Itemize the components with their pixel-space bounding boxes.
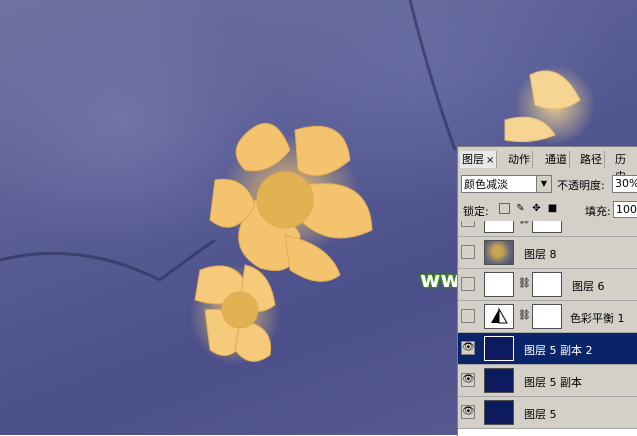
link-icon: ⛓ [518, 221, 531, 225]
brush-icon[interactable]: ✎ [515, 203, 526, 214]
layer-thumbnail [484, 221, 514, 233]
tab-label: 图层 [462, 153, 484, 166]
layer-name: 图层 5 [524, 408, 557, 421]
fill-input[interactable]: 100% [613, 201, 637, 218]
layer-row[interactable]: ⛓ 色彩平衡 1 [458, 301, 637, 333]
panel-tabs: 图层× 动作 通道 路径 历史 [458, 151, 637, 183]
tab-paths[interactable]: 路径 [578, 151, 605, 168]
visibility-toggle[interactable] [461, 245, 475, 259]
tab-history[interactable]: 历史 [613, 151, 637, 183]
layer-thumbnail [484, 336, 514, 361]
layers-panel: 图层× 动作 通道 路径 历史 颜色减淡 ▼ 不透明度: 30% 锁定: ✎ ✥… [457, 146, 637, 436]
link-icon: ⛓ [518, 310, 531, 321]
layer-mask [532, 221, 562, 233]
lock-label: 锁定: [463, 205, 489, 218]
layer-thumbnail [484, 240, 514, 265]
close-icon[interactable]: × [486, 155, 494, 166]
layer-row[interactable]: ⛓ [458, 221, 637, 237]
tab-label: 通道 [545, 153, 567, 166]
layer-name: 图层 8 [524, 248, 557, 261]
layer-name: 图层 6 [572, 280, 605, 293]
layer-row[interactable]: 👁 图层 5 副本 [458, 365, 637, 397]
visibility-toggle[interactable] [461, 277, 475, 291]
visibility-toggle[interactable] [461, 309, 475, 323]
layer-thumbnail [484, 368, 514, 393]
layer-thumbnail [484, 400, 514, 425]
tab-channels[interactable]: 通道 [543, 151, 570, 168]
tab-layers[interactable]: 图层 × [460, 151, 498, 168]
tab-actions[interactable]: 动作 [506, 151, 533, 168]
layer-mask [532, 304, 562, 329]
link-icon: ⛓ [518, 278, 531, 289]
layer-thumbnail [484, 272, 514, 297]
adjustment-thumbnail [484, 304, 514, 329]
layer-name: 色彩平衡 1 [570, 312, 625, 325]
lock-row: 锁定: ✎ ✥ ■ 填充: 100% [461, 201, 637, 219]
layer-name: 图层 5 副本 [524, 376, 582, 389]
layer-name: 图层 5 副本 2 [524, 344, 593, 357]
move-icon[interactable]: ✥ [531, 203, 542, 214]
lock-transparency-icon[interactable] [499, 203, 510, 214]
opacity-label: 不透明度: [557, 179, 605, 192]
fill-label: 填充: [585, 205, 611, 218]
layer-row[interactable]: ⛓ 图层 6 [458, 269, 637, 301]
layer-mask [532, 272, 562, 297]
opacity-input[interactable]: 30% [612, 175, 637, 193]
layer-row[interactable]: 👁 图层 5 [458, 397, 637, 429]
blend-mode-select[interactable]: 颜色减淡 ▼ [461, 175, 552, 193]
layer-row-selected[interactable]: 👁 图层 5 副本 2 [458, 333, 637, 365]
blend-mode-value: 颜色减淡 [464, 178, 508, 191]
visibility-toggle[interactable] [461, 221, 475, 227]
tab-label: 路径 [580, 153, 602, 166]
eye-icon[interactable]: 👁 [461, 373, 475, 387]
lock-icon[interactable]: ■ [547, 203, 558, 214]
eye-icon[interactable]: 👁 [461, 341, 475, 355]
eye-icon[interactable]: 👁 [461, 405, 475, 419]
tab-label: 动作 [508, 153, 530, 166]
chevron-down-icon[interactable]: ▼ [536, 176, 551, 192]
blend-row: 颜色减淡 ▼ 不透明度: 30% [461, 175, 637, 195]
balance-icon [491, 307, 508, 324]
layer-list: ⛓ 图层 8 ⛓ 图层 6 ⛓ 色彩平衡 1 👁 图层 [458, 221, 637, 436]
layer-row[interactable]: 图层 8 [458, 237, 637, 269]
